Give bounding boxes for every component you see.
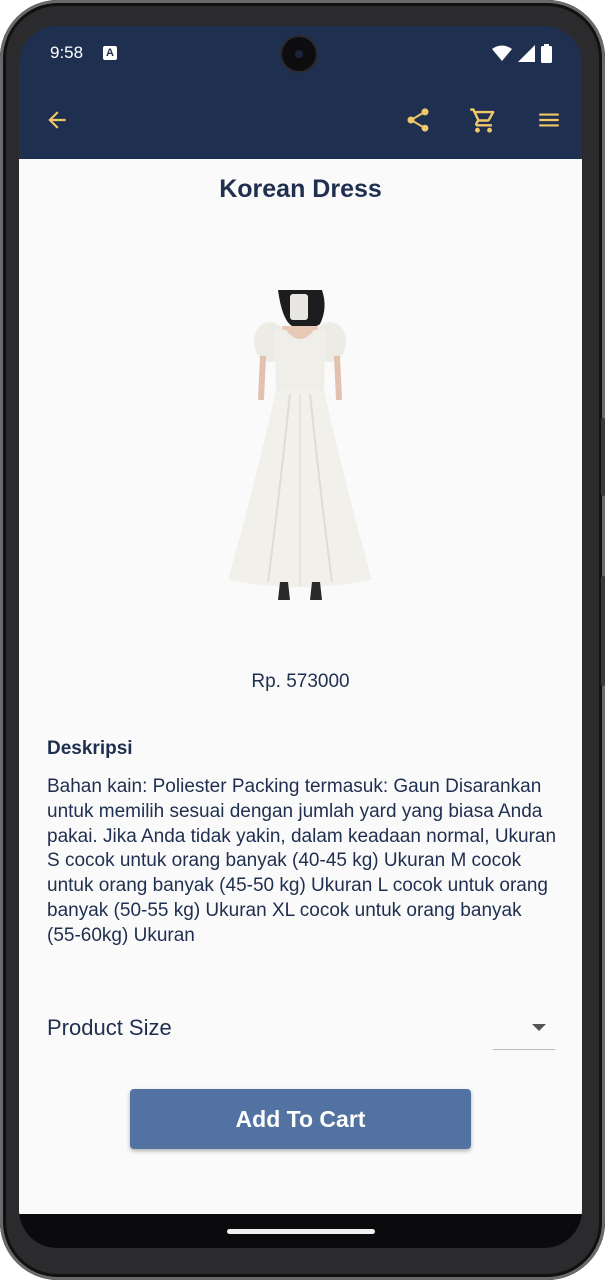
cart-button[interactable] <box>463 100 503 140</box>
product-price: Rp. 573000 <box>251 671 350 692</box>
status-bar: 9:58 A <box>19 26 582 82</box>
home-gesture-handle[interactable] <box>227 1229 375 1234</box>
battery-icon <box>541 43 552 63</box>
cart-icon <box>469 107 494 133</box>
volume-button <box>601 418 605 496</box>
screen: 9:58 A Korean Dress Rp. 573000 Deskripsi… <box>19 26 582 1248</box>
navigation-bar <box>19 1214 582 1248</box>
front-camera <box>282 37 316 71</box>
product-size-label: Product Size <box>47 1015 172 1040</box>
menu-button[interactable] <box>529 100 569 140</box>
a-box-icon: A <box>103 46 117 60</box>
back-button[interactable] <box>37 100 77 140</box>
system-icons <box>492 43 552 63</box>
share-icon <box>407 108 429 132</box>
product-image <box>220 290 380 600</box>
description-text: Bahan kain: Poliester Packing termasuk: … <box>47 776 557 946</box>
wifi-icon <box>492 45 512 61</box>
product-title: Korean Dress <box>219 175 382 203</box>
product-detail-content: Korean Dress Rp. 573000 Deskripsi Bahan … <box>19 159 582 1214</box>
phone-frame: 9:58 A Korean Dress Rp. 573000 Deskripsi… <box>0 0 605 1280</box>
product-size-dropdown[interactable] <box>493 1007 555 1050</box>
hamburger-menu-icon <box>539 113 559 127</box>
app-toolbar <box>19 82 582 159</box>
description-heading: Deskripsi <box>47 738 133 759</box>
power-button <box>601 576 605 686</box>
share-button[interactable] <box>398 100 438 140</box>
signal-icon <box>518 44 535 62</box>
dropdown-arrow-icon <box>532 1024 546 1031</box>
status-time: 9:58 <box>50 43 84 62</box>
add-to-cart-button[interactable]: Add To Cart <box>130 1089 471 1149</box>
arrow-left-icon <box>48 111 66 129</box>
